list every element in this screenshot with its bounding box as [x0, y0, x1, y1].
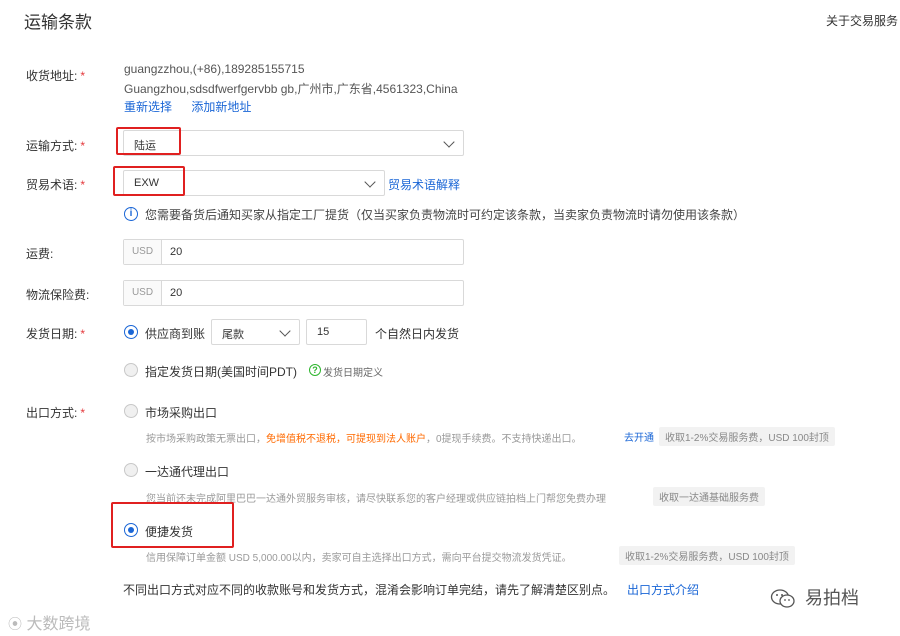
export-radio-market[interactable]: [124, 404, 138, 418]
chevron-down-icon: [443, 136, 455, 148]
reselect-address-link[interactable]: 重新选择: [124, 100, 172, 114]
address-line-2: Guangzhou,sdsdfwerfgervbb gb,广州市,广东省,456…: [124, 82, 458, 96]
trade-term-label: 贸易术语: *: [26, 178, 86, 192]
express-fee-tag: 收取1-2%交易服务费，USD 100封顶: [619, 546, 795, 565]
currency-prefix: USD: [124, 281, 162, 305]
question-icon[interactable]: ?: [309, 364, 321, 376]
highlight-box-express: [111, 502, 234, 548]
ship-date-option1-label: 供应商到账: [145, 327, 206, 341]
ship-days-value: 15: [317, 326, 330, 338]
open-market-export-link[interactable]: 去开通: [624, 429, 654, 444]
currency-prefix: USD: [124, 240, 162, 264]
insurance-input[interactable]: USD 20: [123, 280, 464, 306]
trade-term-info: 您需要备货后通知买家从指定工厂提货（仅当买家负责物流时可约定该条款，当卖家负责物…: [145, 208, 746, 222]
watermark-right: 易拍档: [770, 584, 859, 610]
export-method-label: 出口方式: *: [26, 406, 86, 420]
ship-date-radio-supplier[interactable]: [124, 325, 138, 339]
export-onetouch-label: 一达通代理出口: [145, 465, 230, 479]
section-title: 运输条款: [24, 13, 92, 32]
trade-service-link[interactable]: 关于交易服务: [826, 12, 898, 29]
freight-value: 20: [170, 246, 183, 258]
shipping-method-label: 运输方式: *: [26, 139, 86, 153]
market-fee-tag: 收取1-2%交易服务费，USD 100封顶: [659, 427, 835, 446]
freight-label: 运费:: [26, 247, 54, 261]
watermark-logo-icon: ⦿: [8, 616, 22, 632]
highlight-box-shipping: [116, 127, 181, 155]
chevron-down-icon: [279, 325, 291, 337]
export-intro-link[interactable]: 出口方式介绍: [627, 583, 699, 597]
ship-date-label: 发货日期: *: [26, 327, 86, 341]
ship-days-suffix: 个自然日内发货: [375, 327, 460, 341]
info-icon: i: [124, 207, 138, 221]
export-express-desc: 信用保障订单金额 USD 5,000.00以内，卖家可自主选择出口方式，需向平台…: [146, 553, 572, 564]
freight-input[interactable]: USD 20: [123, 239, 464, 265]
wechat-icon: [770, 589, 795, 608]
onetouch-fee-tag: 收取一达通基础服务费: [653, 487, 765, 506]
insurance-value: 20: [170, 287, 183, 299]
export-radio-onetouch[interactable]: [124, 463, 138, 477]
export-footer-note: 不同出口方式对应不同的收款账号和发货方式，混淆会影响订单完结，请先了解清楚区别点…: [123, 583, 700, 597]
ship-date-option2-label: 指定发货日期(美国时间PDT): [145, 365, 297, 379]
chevron-down-icon: [364, 176, 376, 188]
insurance-label: 物流保险费:: [26, 288, 90, 302]
watermark-left: ⦿ 大数跨境: [8, 616, 91, 633]
address-line-1: guangzzhou,(+86),189285155715: [124, 62, 305, 76]
export-market-label: 市场采购出口: [145, 406, 218, 420]
payment-stage-value: 尾款: [222, 329, 244, 341]
export-market-desc: 按市场采购政策无票出口，免增值税不退税，可提现到法人账户，0提现手续费。不支持快…: [146, 434, 582, 445]
highlight-box-trade-term: [113, 166, 185, 196]
payment-stage-select[interactable]: 尾款: [211, 319, 300, 345]
add-address-link[interactable]: 添加新地址: [191, 100, 251, 114]
ship-date-radio-specified[interactable]: [124, 363, 138, 377]
ship-days-input[interactable]: 15: [306, 319, 367, 345]
ship-date-help-link[interactable]: 发货日期定义: [323, 364, 383, 379]
trade-term-explain-link[interactable]: 贸易术语解释: [388, 176, 460, 193]
address-label: 收货地址: *: [26, 69, 86, 83]
